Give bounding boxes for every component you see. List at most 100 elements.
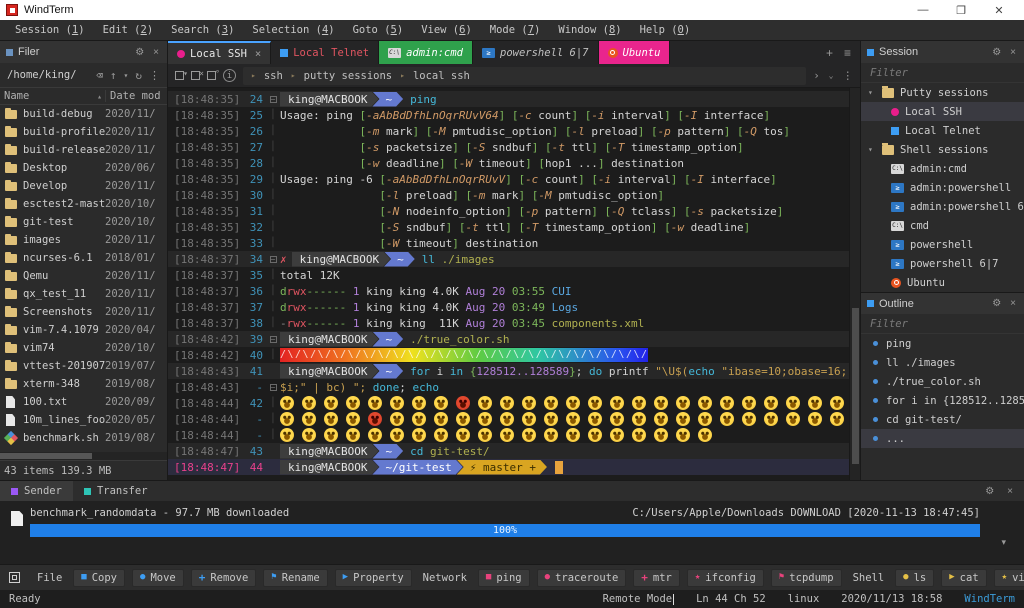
more-icon[interactable]: ⋮ [149,69,160,82]
menu-item-help[interactable]: Help (0) [631,24,700,36]
tab-local-telnet[interactable]: Local Telnet [271,41,380,64]
outline-item[interactable]: ./true_color.sh [861,372,1024,391]
menu-item-edit[interactable]: Edit (2) [94,24,163,36]
refresh-icon[interactable]: ↻ [135,69,142,82]
menu-item-search[interactable]: Search (3) [162,24,243,36]
table-row[interactable]: build-debug 2020/11/ [0,105,167,123]
table-row[interactable]: qx_test_11 2020/11/ [0,285,167,303]
toolbar-button-tcpdump[interactable]: ⚑ tcpdump [770,568,842,587]
chevron-expanded-icon[interactable]: ▾ [868,145,876,154]
toolbar-button-mtr[interactable]: + mtr [633,568,680,587]
menu-item-selection[interactable]: Selection (4) [243,24,343,36]
tab-ubuntu[interactable]: Ubuntu [598,41,671,64]
toolbar-button-vi[interactable]: ★ vi [993,568,1024,587]
session-item-admin-cmd[interactable]: C:\ admin:cmd [861,159,1024,178]
menu-item-mode[interactable]: Mode (7) [481,24,550,36]
session-group-putty-sessions[interactable]: ▾ Putty sessions [861,83,1024,102]
fold-marker-icon[interactable]: – [269,256,277,263]
clone-tab-icon[interactable]: ° [207,69,220,80]
info-icon[interactable]: i [223,69,236,82]
outline-item[interactable]: ... [861,429,1024,448]
session-group-shell-sessions[interactable]: ▾ Shell sessions [861,140,1024,159]
toolbar-button-cat[interactable]: ▶ cat [941,568,987,587]
transfer-tab-sender[interactable]: Sender [0,481,73,501]
table-row[interactable]: benchmark.sh 2019/08/ [0,429,167,447]
session-item-powershell[interactable]: ≥ powershell [861,235,1024,254]
new-tab-icon[interactable]: ▾ [175,69,188,80]
scrollbar-thumb[interactable] [852,307,859,465]
tab-list-icon[interactable]: ≡ [844,46,851,60]
menu-item-goto[interactable]: Goto (5) [344,24,413,36]
close-icon[interactable]: × [1008,298,1018,309]
table-row[interactable]: git-test 2020/10/ [0,213,167,231]
status-os[interactable]: linux [788,593,820,605]
menu-item-view[interactable]: View (6) [412,24,481,36]
session-item-local-ssh[interactable]: Local SSH [861,102,1024,121]
breadcrumb-item[interactable]: local ssh [413,70,470,82]
outline-item[interactable]: ping [861,334,1024,353]
table-row[interactable]: ncurses-6.1 2018/01/ [0,249,167,267]
table-row[interactable]: images 2020/11/ [0,231,167,249]
menu-item-session[interactable]: Session (1) [6,24,94,36]
toolbar-button-move[interactable]: ● Move [132,568,184,587]
table-row[interactable]: build-release 2020/11/ [0,141,167,159]
fold-marker-icon[interactable]: – [269,96,277,103]
close-icon[interactable]: × [151,47,161,58]
restore-button[interactable]: ❐ [942,4,980,17]
table-row[interactable]: 10m_lines_foo.t…2020/05/ [0,411,167,429]
filer-horizontal-scrollbar[interactable] [0,452,167,460]
toolbar-button-rename[interactable]: ⚑ Rename [263,568,328,587]
fold-marker-icon[interactable]: – [269,336,277,343]
session-item-local-telnet[interactable]: Local Telnet [861,121,1024,140]
session-item-ubuntu[interactable]: Ubuntu [861,273,1024,292]
session-item-admin-powershell[interactable]: ≥ admin:powershell [861,178,1024,197]
outline-item[interactable]: for i in {128512..128589} [861,391,1024,410]
expand-icon[interactable]: ⌄ [829,71,834,80]
session-item-admin-powershell-6-7[interactable]: ≥ admin:powershell 6|7 [861,197,1024,216]
transfer-tab-transfer[interactable]: Transfer [73,481,159,501]
session-item-powershell-6-7[interactable]: ≥ powershell 6|7 [861,254,1024,273]
breadcrumb-item[interactable]: putty sessions [304,70,393,82]
column-date[interactable]: Date mod [105,90,167,102]
close-icon[interactable]: × [1008,47,1018,58]
minimize-button[interactable]: — [904,4,942,17]
gear-icon[interactable]: ⚙ [133,47,146,58]
table-row[interactable]: vim-7.4.1079 2020/04/ [0,321,167,339]
chevron-down-icon[interactable]: ▾ [1001,537,1006,548]
toolbar-button-traceroute[interactable]: ● traceroute [536,568,627,587]
table-row[interactable]: Desktop 2020/06/ [0,159,167,177]
chevron-down-icon[interactable]: ▾ [124,71,129,80]
up-directory-icon[interactable]: ↑ [110,69,117,82]
outline-filter-input[interactable]: Filter [861,314,1024,334]
close-button[interactable]: ✕ [980,4,1018,17]
table-row[interactable]: vttest-201907102019/07/ [0,357,167,375]
run-icon[interactable]: › [813,70,819,82]
outline-item[interactable]: cd git-test/ [861,410,1024,429]
table-row[interactable]: vim74 2020/10/ [0,339,167,357]
menu-item-window[interactable]: Window (8) [549,24,630,36]
breadcrumb[interactable]: ▸ ssh ▸ putty sessions ▸ local ssh [243,66,807,85]
toolbar-button-remove[interactable]: + Remove [190,568,257,587]
table-row[interactable]: build-profile 2020/11/ [0,123,167,141]
session-item-cmd[interactable]: C:\ cmd [861,216,1024,235]
terminal-scrollbar[interactable] [849,88,860,480]
breadcrumb-item[interactable]: ssh [264,70,283,82]
toolbar-button-property[interactable]: ▶ Property [334,568,412,587]
status-mode[interactable]: Remote Mode [603,593,675,605]
table-row[interactable]: 100.txt 2020/09/ [0,393,167,411]
filer-path[interactable]: /home/king/ [7,69,77,81]
table-row[interactable]: Develop 2020/11/ [0,177,167,195]
toolbar-button-ifconfig[interactable]: ★ ifconfig [686,568,764,587]
tab-admin-cmd[interactable]: C:\ admin:cmd [379,41,473,64]
scrollbar-thumb[interactable] [0,453,92,459]
gear-icon[interactable]: ⚙ [990,298,1003,309]
table-row[interactable]: Qemu 2020/11/ [0,267,167,285]
table-row[interactable]: xterm-348 2019/08/ [0,375,167,393]
outline-item[interactable]: ll ./images [861,353,1024,372]
gear-icon[interactable]: ⚙ [983,486,996,497]
toolbar-button-ls[interactable]: ● ls [895,568,935,587]
gear-icon[interactable]: ⚙ [990,47,1003,58]
column-name[interactable]: Name ▴ [0,90,105,102]
table-row[interactable]: esctest2-master2020/10/ [0,195,167,213]
close-tab-icon[interactable]: × [191,69,204,80]
